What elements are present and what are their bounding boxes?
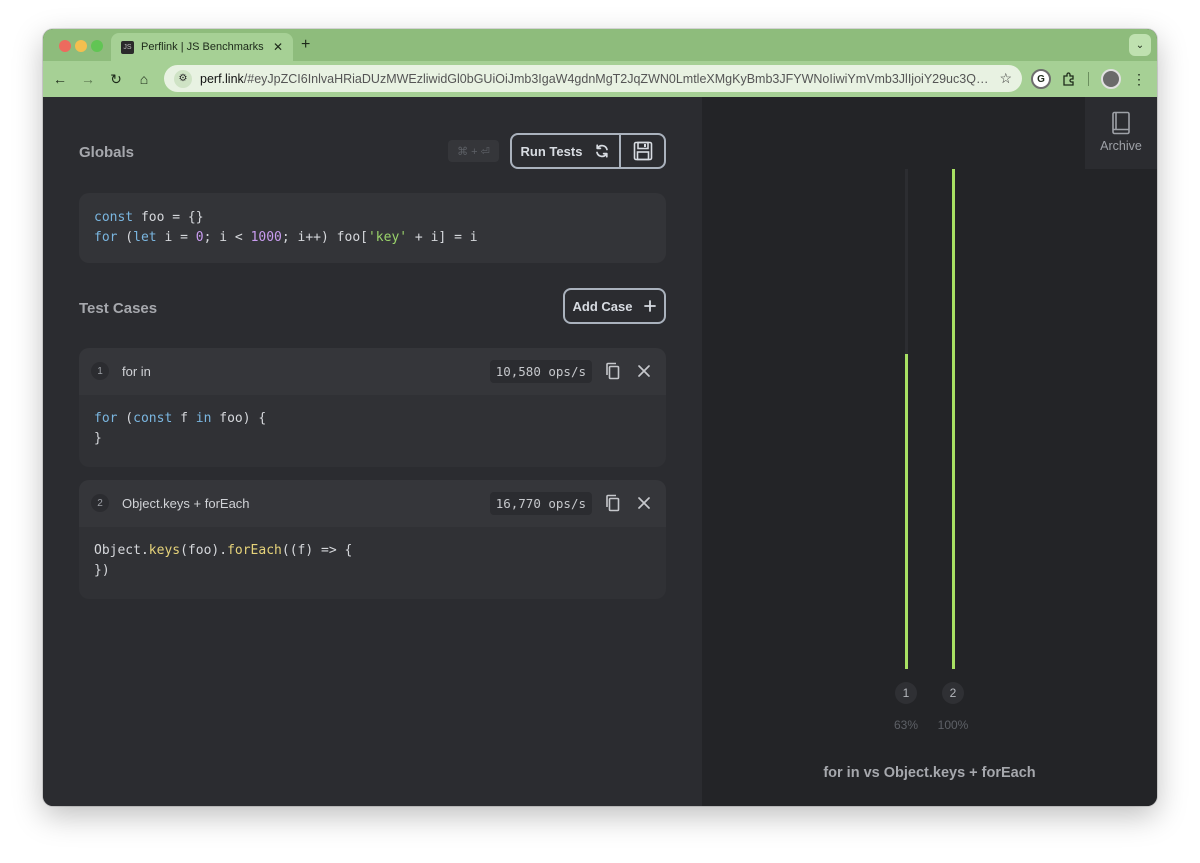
back-button[interactable]: ← — [50, 69, 70, 89]
bar-label: 2 — [942, 682, 964, 704]
tab-close-icon[interactable]: ✕ — [271, 40, 285, 54]
reload-button[interactable]: ↻ — [106, 69, 126, 89]
test-case-card: 1 for in 10,580 ops/s for (const f in fo… — [79, 348, 666, 467]
code-line: const foo = {} — [94, 210, 204, 225]
page-content: Globals ⌘ + ⏎ Run Tests const foo = {} f… — [43, 97, 1157, 806]
globals-title: Globals — [79, 144, 135, 161]
save-button[interactable] — [619, 135, 664, 167]
code-line: for (let i = 0; i < 1000; i++) foo['key'… — [94, 230, 478, 245]
maximize-window-button[interactable] — [91, 40, 103, 52]
browser-window: JS Perflink | JS Benchmarks ✕ + ⌄ ← → ↻ … — [43, 29, 1157, 806]
code-line: Object.keys(foo).forEach((f) => { — [94, 543, 353, 558]
plus-icon — [644, 300, 657, 312]
archive-button[interactable]: Archive — [1085, 97, 1157, 169]
browser-menu-icon[interactable]: ⋮ — [1129, 69, 1149, 89]
test-case-header: 2 Object.keys + forEach 16,770 ops/s — [79, 480, 666, 527]
test-case-number: 1 — [91, 362, 109, 380]
test-case-code-editor[interactable]: Object.keys(foo).forEach((f) => {}) — [79, 527, 666, 595]
close-window-button[interactable] — [59, 40, 71, 52]
chart-title: for in vs Object.keys + forEach — [823, 765, 1036, 781]
minimize-window-button[interactable] — [75, 40, 87, 52]
archive-label: Archive — [1100, 139, 1142, 153]
browser-tab[interactable]: JS Perflink | JS Benchmarks ✕ — [111, 33, 293, 61]
bookmark-star-icon[interactable]: ☆ — [991, 70, 1012, 87]
code-line: } — [94, 431, 102, 446]
site-info-icon[interactable]: ⚙ — [174, 69, 192, 88]
editor-pane: Globals ⌘ + ⏎ Run Tests const foo = {} f… — [43, 97, 702, 806]
code-line: }) — [94, 563, 110, 578]
run-tests-group: Run Tests — [510, 133, 666, 169]
test-cases-title: Test Cases — [79, 300, 158, 317]
home-button[interactable]: ⌂ — [134, 69, 154, 89]
code-line: for (const f in foo) { — [94, 411, 267, 426]
toolbar-separator — [1088, 72, 1089, 86]
test-case-card: 2 Object.keys + forEach 16,770 ops/s Obj… — [79, 480, 666, 599]
new-tab-button[interactable]: + — [301, 36, 310, 54]
favicon-icon: JS — [121, 40, 134, 54]
add-case-label: Add Case — [572, 298, 633, 314]
test-case-name[interactable]: for in — [122, 364, 151, 379]
floppy-disk-icon — [633, 141, 652, 161]
extensions-puzzle-icon[interactable] — [1059, 69, 1079, 89]
address-bar[interactable]: ⚙ perf.link /#eyJpZCI6InlvaHRiaDUzMWEzli… — [164, 65, 1022, 92]
ops-per-second: 16,770 ops/s — [489, 492, 592, 515]
book-icon — [1112, 111, 1130, 135]
run-tests-button[interactable]: Run Tests — [512, 135, 619, 167]
bar-1 — [905, 354, 908, 669]
refresh-icon — [596, 144, 609, 158]
bar-label: 1 — [895, 682, 917, 704]
results-pane: Archive 1 63% 2 100% for in vs Object.keys … — [702, 97, 1157, 806]
run-tests-label: Run Tests — [520, 143, 583, 159]
tab-strip: JS Perflink | JS Benchmarks ✕ + ⌄ — [43, 29, 1157, 61]
url-host: perf.link — [200, 71, 244, 86]
grammarly-extension-icon[interactable]: G — [1031, 69, 1051, 89]
browser-toolbar: ← → ↻ ⌂ ⚙ perf.link /#eyJpZCI6InlvaHRiaD… — [43, 61, 1157, 97]
ops-per-second: 10,580 ops/s — [489, 360, 592, 383]
url-path: /#eyJpZCI6InlvaHRiaDUzMWEzliwidGl0bGUiOi… — [243, 71, 992, 86]
tab-title: Perflink | JS Benchmarks — [141, 41, 264, 53]
forward-button[interactable]: → — [78, 69, 98, 89]
copy-icon[interactable] — [603, 493, 623, 513]
test-case-number: 2 — [91, 494, 109, 512]
profile-avatar[interactable] — [1101, 69, 1121, 89]
globals-code: const foo = {} for (let i = 0; i < 1000; … — [94, 208, 651, 248]
bar-percentage: 100% — [937, 718, 969, 732]
close-icon[interactable] — [634, 361, 654, 381]
close-icon[interactable] — [634, 493, 654, 513]
test-case-name[interactable]: Object.keys + forEach — [122, 496, 250, 511]
bar-percentage: 63% — [893, 718, 919, 732]
bar-2 — [952, 169, 955, 669]
test-case-code-editor[interactable]: for (const f in foo) {} — [79, 395, 666, 463]
test-case-header: 1 for in 10,580 ops/s — [79, 348, 666, 395]
globals-code-editor[interactable]: const foo = {} for (let i = 0; i < 1000; … — [79, 193, 666, 263]
add-case-button[interactable]: Add Case — [563, 288, 666, 324]
keyboard-shortcut-hint: ⌘ + ⏎ — [448, 140, 499, 162]
copy-icon[interactable] — [603, 361, 623, 381]
tab-search-button[interactable]: ⌄ — [1129, 34, 1151, 56]
